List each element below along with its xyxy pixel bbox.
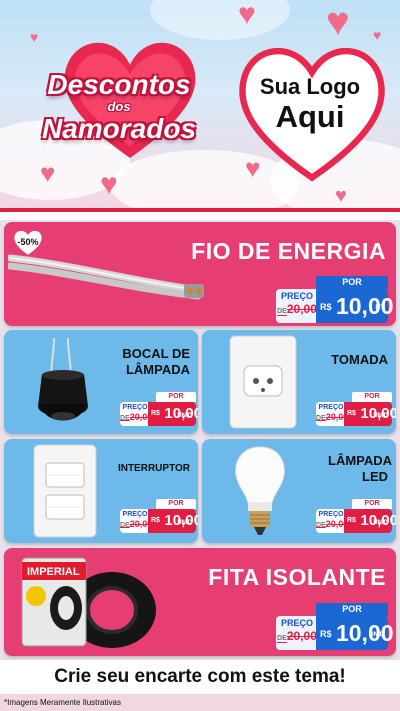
divider bbox=[0, 212, 400, 220]
old-price: PREÇO DE20,00 bbox=[276, 616, 318, 650]
logo-placeholder: Sua Logo Aqui bbox=[248, 74, 372, 134]
price-label: PREÇO bbox=[280, 618, 313, 628]
por-label: POR bbox=[316, 603, 388, 616]
new-price-value: 10,00 bbox=[335, 620, 394, 646]
product-card-outlet: TOMADA POR PREÇO DE20,00 R$ 10,00 UNID bbox=[202, 330, 396, 434]
unit-label: MT bbox=[375, 305, 384, 311]
product-name: FITA ISOLANTE bbox=[208, 564, 386, 590]
price-tag: POR PREÇO DE20,00 R$ 10,00 UNID bbox=[276, 603, 394, 650]
old-price: PREÇO DE20,00 bbox=[120, 402, 153, 426]
price-tag: POR PREÇO DE20,00 R$ 10,00 UNID bbox=[316, 499, 396, 533]
product-name: BOCAL DE LÂMPADA bbox=[122, 346, 190, 377]
new-price: R$ 10,00 UNID bbox=[344, 402, 396, 426]
price-label: PREÇO bbox=[318, 404, 344, 411]
currency: R$ bbox=[151, 410, 160, 417]
product-card-wire: -50% FIO DE ENERGIA POR PREÇO DE20,00 R$… bbox=[4, 222, 396, 326]
por-label: POR bbox=[156, 392, 196, 402]
unit-label: UNID bbox=[373, 413, 388, 419]
old-price-value: DE20,00 bbox=[316, 412, 349, 422]
price-label: PREÇO bbox=[318, 511, 344, 518]
old-price: PREÇO DE20,00 bbox=[316, 402, 349, 426]
old-price-value: DE20,00 bbox=[120, 519, 153, 529]
price-label: PREÇO bbox=[280, 291, 313, 301]
price-tag: POR PREÇO DE20,00 R$ 10,00 UNID bbox=[120, 499, 198, 533]
new-price-value: 10,00 bbox=[335, 293, 394, 319]
product-card-electrical-tape: IMPERIAL FITA ISOLANTE POR PREÇO DE20,00… bbox=[4, 548, 396, 656]
tape-brand: IMPERIAL bbox=[27, 566, 80, 578]
new-price: R$ 10,00 UNID bbox=[148, 402, 198, 426]
promo-title: Descontos dos Namorados bbox=[14, 70, 224, 144]
product-name: FIO DE ENERGIA bbox=[191, 238, 386, 264]
title-line-3: Namorados bbox=[41, 113, 197, 144]
wire-icon bbox=[8, 254, 204, 300]
old-price: PREÇO DE20,00 bbox=[120, 509, 153, 533]
currency: R$ bbox=[347, 517, 356, 524]
price-label: PREÇO bbox=[122, 511, 148, 518]
old-price-value: DE20,00 bbox=[277, 302, 317, 316]
heart-icon: ♥ bbox=[30, 29, 39, 45]
lamp-socket-icon bbox=[38, 337, 88, 421]
heart-icon: ♥ bbox=[238, 0, 256, 31]
electrical-tape-icon: IMPERIAL bbox=[21, 557, 156, 648]
switch-icon bbox=[33, 444, 97, 538]
currency: R$ bbox=[320, 302, 332, 312]
new-price: R$ 10,00 UNID bbox=[344, 509, 396, 533]
old-price: PREÇO DE20,00 bbox=[316, 509, 349, 533]
outlet-icon bbox=[229, 335, 297, 429]
cta-banner: Crie seu encarte com este tema! bbox=[0, 660, 400, 694]
product-card-lamp-socket: BOCAL DE LÂMPADA POR PREÇO DE20,00 R$ 10… bbox=[4, 330, 198, 434]
footnote: *Imagens Meramente Ilustrativas bbox=[0, 694, 400, 711]
currency: R$ bbox=[347, 410, 356, 417]
title-line-2: dos bbox=[107, 99, 131, 114]
por-label: POR bbox=[316, 276, 388, 289]
new-price: R$ 10,00 MT bbox=[316, 289, 394, 323]
heart-icon: ♥ bbox=[40, 158, 56, 188]
old-price-value: DE20,00 bbox=[316, 519, 349, 529]
old-price: PREÇO DE20,00 bbox=[276, 289, 318, 323]
new-price: R$ 10,00 UNID bbox=[316, 616, 394, 650]
title-line-1: Descontos bbox=[47, 69, 191, 100]
price-tag: POR PREÇO DE20,00 R$ 10,00 MT bbox=[276, 276, 394, 323]
old-price-value: DE20,00 bbox=[277, 629, 317, 643]
product-name: INTERRUPTOR bbox=[117, 463, 190, 474]
hero-banner: ♥ ♥ ♥ ♥ ♥ ♥ ♥ ♥ Descontos dos Namorados … bbox=[0, 0, 400, 212]
new-price: R$ 10,00 UNID bbox=[148, 509, 198, 533]
product-name: TOMADA bbox=[331, 352, 388, 367]
product-card-switch: INTERRUPTOR POR PREÇO DE20,00 R$ 10,00 U… bbox=[4, 439, 198, 543]
led-bulb-icon bbox=[235, 446, 285, 535]
currency: R$ bbox=[320, 629, 332, 639]
logo-line-1: Sua Logo bbox=[259, 74, 361, 99]
por-label: POR bbox=[352, 392, 392, 402]
unit-label: UNID bbox=[177, 520, 192, 526]
price-tag: POR PREÇO DE20,00 R$ 10,00 UNID bbox=[120, 392, 198, 426]
unit-label: UNID bbox=[369, 632, 384, 638]
currency: R$ bbox=[151, 517, 160, 524]
por-label: POR bbox=[156, 499, 196, 509]
old-price-value: DE20,00 bbox=[120, 412, 153, 422]
product-name: LÂMPADA LED bbox=[328, 453, 393, 484]
price-label: PREÇO bbox=[122, 404, 148, 411]
logo-line-2: Aqui bbox=[275, 99, 345, 134]
product-card-led-bulb: LÂMPADA LED POR PREÇO DE20,00 R$ 10,00 U… bbox=[202, 439, 396, 543]
price-tag: POR PREÇO DE20,00 R$ 10,00 UNID bbox=[316, 392, 396, 426]
unit-label: UNID bbox=[177, 413, 192, 419]
heart-icon: ♥ bbox=[335, 185, 347, 207]
por-label: POR bbox=[352, 499, 392, 509]
unit-label: UNID bbox=[373, 520, 388, 526]
